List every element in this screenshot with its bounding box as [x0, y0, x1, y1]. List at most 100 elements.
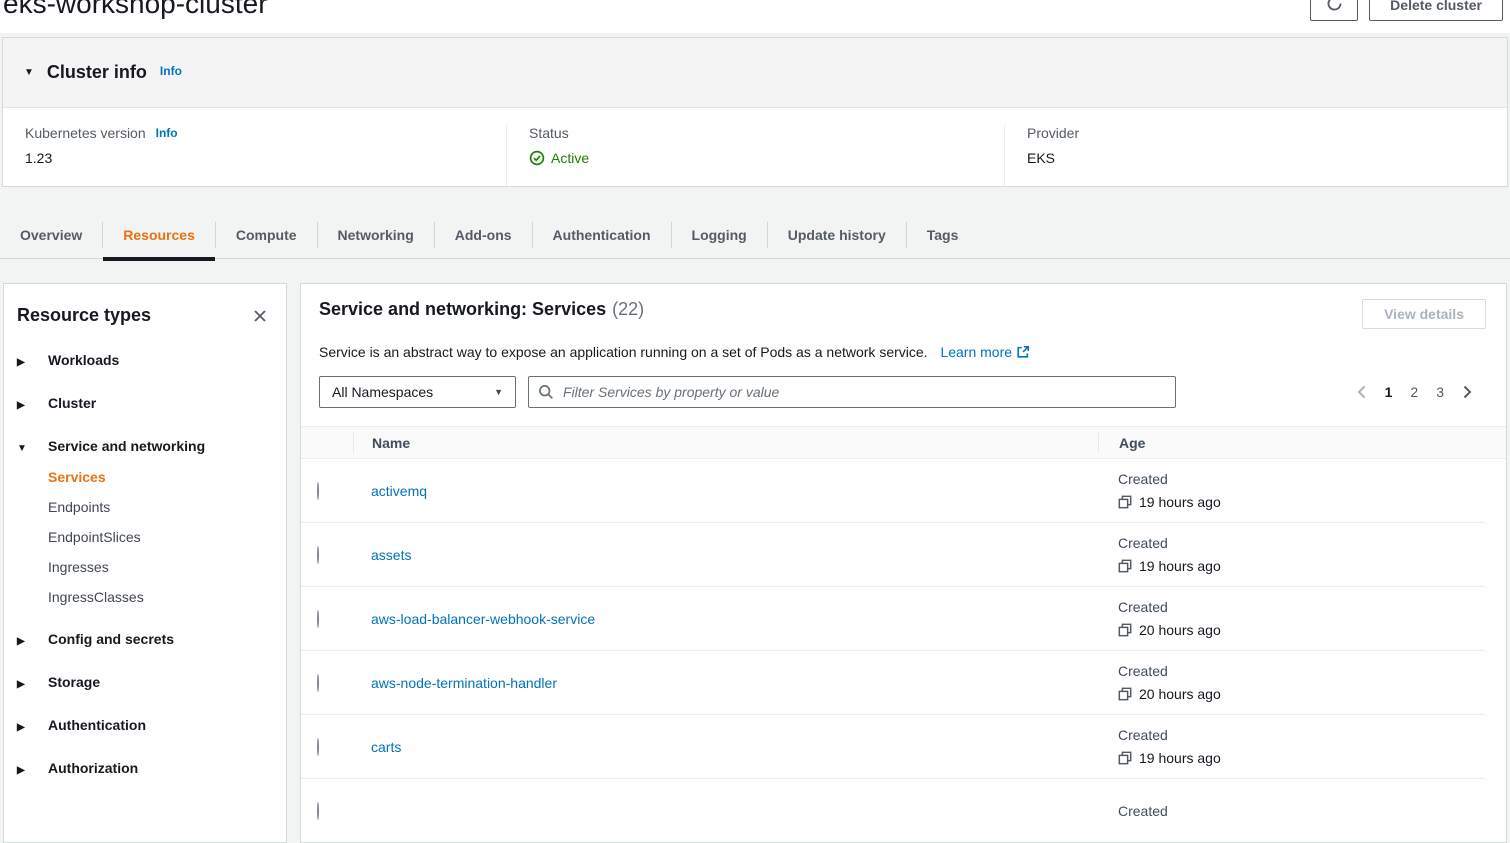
sidebar-item-authorization[interactable]: ▶Authorization [17, 759, 270, 777]
select-column-header [301, 433, 353, 453]
filter-row: All Namespaces ▼ 1 2 3 [301, 376, 1506, 408]
copy-icon[interactable] [1118, 623, 1132, 637]
services-count: (22) [612, 299, 644, 320]
tab-overview[interactable]: Overview [0, 212, 102, 259]
tab-update-history[interactable]: Update history [768, 212, 906, 259]
chevron-left-icon[interactable] [1356, 384, 1367, 400]
chevron-right-icon: ▶ [17, 679, 25, 690]
namespace-select[interactable]: All Namespaces ▼ [319, 376, 516, 408]
sidebar-item-endpoints[interactable]: Endpoints [17, 498, 270, 516]
provider-value: EKS [1027, 150, 1507, 166]
copy-icon[interactable] [1118, 495, 1132, 509]
created-label: Created [1118, 535, 1485, 551]
tab-add-ons[interactable]: Add-ons [435, 212, 532, 259]
chevron-down-icon: ▼ [494, 387, 503, 397]
tab-logging[interactable]: Logging [672, 212, 767, 259]
chevron-right-icon: ▶ [17, 357, 25, 368]
refresh-icon [1326, 0, 1343, 15]
chevron-right-icon: ▶ [17, 722, 25, 733]
age-value: 19 hours ago [1139, 558, 1221, 574]
row-radio-button[interactable] [317, 546, 319, 564]
tab-tags[interactable]: Tags [907, 212, 979, 259]
cluster-tabs: Overview Resources Compute Networking Ad… [0, 212, 1510, 259]
refresh-button[interactable] [1310, 0, 1358, 21]
resource-types-tree: ▶Workloads ▶Cluster ▼Service and network… [17, 351, 270, 777]
sidebar-item-cluster[interactable]: ▶Cluster [17, 394, 270, 412]
tab-authentication[interactable]: Authentication [533, 212, 671, 259]
close-icon[interactable] [250, 306, 270, 326]
status-badge: Active [529, 150, 1004, 166]
delete-cluster-button[interactable]: Delete cluster [1369, 0, 1503, 21]
search-input[interactable] [561, 383, 1166, 401]
table-row: assets Created 19 hours ago [301, 523, 1485, 587]
cluster-info-title: Cluster info [47, 62, 147, 83]
service-link[interactable]: aws-load-balancer-webhook-service [371, 611, 595, 627]
sidebar-item-endpointslices[interactable]: EndpointSlices [17, 528, 270, 546]
sidebar-item-services[interactable]: Services [17, 468, 270, 486]
kubernetes-version-label: Kubernetes versionInfo [25, 125, 506, 141]
cluster-info-body: Kubernetes versionInfo 1.23 Status Activ… [3, 108, 1507, 186]
row-radio-button[interactable] [317, 738, 319, 756]
services-panel-title: Service and networking: Services [319, 299, 606, 320]
sidebar-title: Resource types [17, 305, 151, 326]
row-radio-button[interactable] [317, 802, 319, 820]
age-column-header: Age [1098, 433, 1506, 453]
search-icon [538, 384, 554, 400]
content-area: Resource types ▶Workloads ▶Cluster ▼Serv… [3, 283, 1507, 843]
sidebar-item-authentication[interactable]: ▶Authentication [17, 716, 270, 734]
page-title: eks-workshop-cluster [3, 0, 268, 20]
chevron-right-icon: ▶ [17, 400, 25, 411]
provider-field: Provider EKS [1004, 125, 1507, 186]
age-value: 20 hours ago [1139, 622, 1221, 638]
cluster-info-info-link[interactable]: Info [160, 64, 182, 78]
chevron-down-icon: ▼ [24, 68, 34, 78]
learn-more-link[interactable]: Learn more [940, 344, 1030, 360]
sidebar-item-service-and-networking[interactable]: ▼Service and networking [17, 437, 270, 455]
page-number-3[interactable]: 3 [1436, 384, 1444, 400]
table-header: Name Age [301, 426, 1506, 459]
name-column-header: Name [353, 433, 1098, 453]
table-row-partial: Created [301, 779, 1485, 843]
created-label: Created [1118, 727, 1485, 743]
services-panel: Service and networking: Services (22) Vi… [300, 283, 1507, 843]
sidebar-item-workloads[interactable]: ▶Workloads [17, 351, 270, 369]
row-radio-button[interactable] [317, 482, 319, 500]
service-link[interactable]: assets [371, 547, 411, 563]
status-field: Status Active [506, 125, 1004, 186]
age-value: 19 hours ago [1139, 750, 1221, 766]
search-box [528, 376, 1176, 408]
service-link[interactable]: aws-node-termination-handler [371, 675, 557, 691]
chevron-down-icon: ▼ [17, 443, 27, 454]
provider-label: Provider [1027, 125, 1507, 141]
age-value: 19 hours ago [1139, 494, 1221, 510]
copy-icon[interactable] [1118, 687, 1132, 701]
kubernetes-version-info-link[interactable]: Info [156, 126, 178, 140]
external-link-icon [1016, 346, 1030, 362]
view-details-button[interactable]: View details [1362, 299, 1486, 329]
table-row: carts Created 19 hours ago [301, 715, 1485, 779]
service-link[interactable]: activemq [371, 483, 427, 499]
chevron-right-icon[interactable] [1462, 384, 1473, 400]
sidebar-item-storage[interactable]: ▶Storage [17, 673, 270, 691]
row-radio-button[interactable] [317, 674, 319, 692]
tab-resources[interactable]: Resources [103, 212, 215, 259]
row-radio-button[interactable] [317, 610, 319, 628]
service-link[interactable]: carts [371, 739, 401, 755]
kubernetes-version-value: 1.23 [25, 150, 506, 166]
table-row: aws-node-termination-handler Created 20 … [301, 651, 1485, 715]
chevron-right-icon: ▶ [17, 765, 25, 776]
page-number-1[interactable]: 1 [1385, 384, 1393, 400]
table-row: activemq Created 19 hours ago [301, 459, 1485, 523]
check-circle-icon [529, 150, 545, 166]
cluster-info-header[interactable]: ▼ Cluster info Info [3, 38, 1507, 108]
sidebar-item-ingresses[interactable]: Ingresses [17, 558, 270, 576]
tab-networking[interactable]: Networking [318, 212, 434, 259]
sidebar-item-config-and-secrets[interactable]: ▶Config and secrets [17, 630, 270, 648]
services-description: Service is an abstract way to expose an … [301, 343, 1506, 360]
created-label: Created [1118, 599, 1485, 615]
sidebar-item-ingressclasses[interactable]: IngressClasses [17, 588, 270, 606]
copy-icon[interactable] [1118, 559, 1132, 573]
copy-icon[interactable] [1118, 751, 1132, 765]
page-number-2[interactable]: 2 [1410, 384, 1418, 400]
tab-compute[interactable]: Compute [216, 212, 317, 259]
